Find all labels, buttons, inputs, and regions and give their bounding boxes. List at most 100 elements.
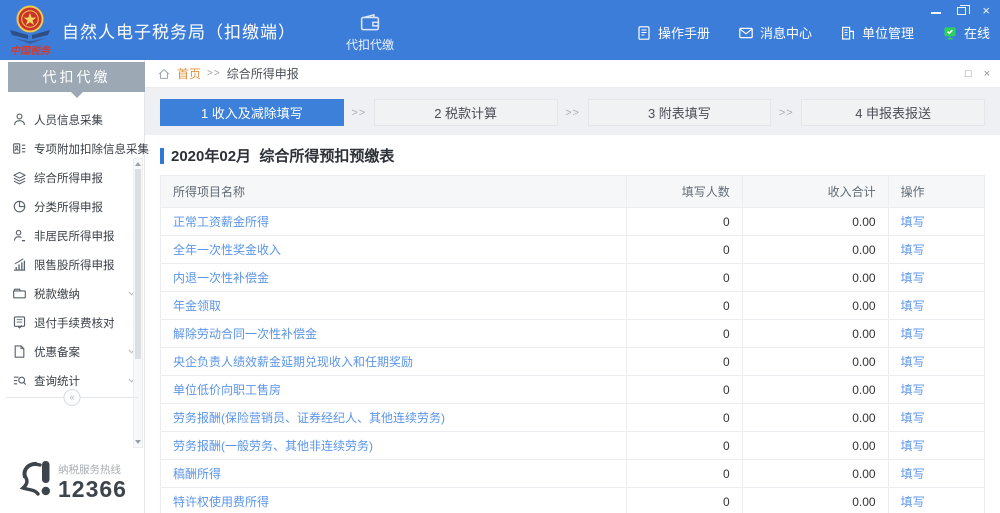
sidebar-item-special-deduction-collection[interactable]: 专项附加扣除信息采集: [12, 134, 149, 163]
sidebar-item-tax-payment[interactable]: 税款缴纳: [12, 279, 144, 308]
step-tab-4[interactable]: 4 申报表报送: [801, 99, 985, 126]
fill-link[interactable]: 填写: [901, 495, 925, 509]
income-item-cell: 劳务报酬(一般劳务、其他非连续劳务): [159, 431, 628, 460]
fill-link[interactable]: 填写: [901, 383, 925, 397]
income-item-cell: 央企负责人绩效薪金延期兑现收入和任期奖励: [159, 347, 628, 376]
sidebar-item-label: 优惠备案: [34, 346, 80, 359]
fill-count-cell: 0: [626, 375, 743, 404]
column-header: 填写人数: [626, 175, 743, 208]
income-item-link[interactable]: 单位低价向职工售房: [173, 383, 281, 397]
header-menu-online-status[interactable]: 在线: [942, 23, 990, 42]
person-icon: [14, 113, 25, 125]
breadcrumb-separator: >>: [207, 68, 221, 79]
income-total-cell: 0.00: [741, 375, 889, 404]
income-item-link[interactable]: 正常工资薪金所得: [173, 215, 269, 229]
action-cell: 填写: [887, 487, 986, 513]
sidebar-scrollbar[interactable]: [133, 158, 143, 448]
panel-close-icon[interactable]: ×: [984, 68, 990, 80]
income-item-link[interactable]: 劳务报酬(一般劳务、其他非连续劳务): [173, 439, 373, 453]
header-menu-label: 消息中心: [759, 26, 812, 41]
table-row: 年金领取 0 0.00 填写: [159, 291, 986, 320]
step-separator: >>: [778, 106, 794, 119]
sidebar-item-refund-fee-check[interactable]: 退付手续费核对: [12, 308, 144, 337]
income-item-link[interactable]: 全年一次性奖金收入: [173, 243, 281, 257]
breadcrumb: 首页 >> 综合所得申报 □ ×: [145, 60, 1000, 88]
scrollbar-thumb[interactable]: [135, 169, 141, 359]
sidebar-item-restricted-stock-declaration[interactable]: 限售股所得申报: [12, 250, 144, 279]
action-cell: 填写: [887, 403, 986, 432]
sidebar-menu: 人员信息采集专项附加扣除信息采集 综合所得申报 分类所得申报 非居民所得申报限售股所得…: [0, 92, 149, 395]
income-total-cell: 0.00: [741, 235, 889, 264]
hotline-block: 纳税服务热线 12366: [16, 459, 127, 501]
file-icon: [14, 345, 25, 358]
sidebar-collapse-button[interactable]: «: [63, 389, 81, 406]
fill-link[interactable]: 填写: [901, 299, 925, 313]
header-menu-message-center[interactable]: 消息中心: [738, 23, 812, 42]
sidebar-item-preferential-filing[interactable]: 优惠备案: [12, 337, 144, 366]
fill-link[interactable]: 填写: [901, 467, 925, 481]
close-icon[interactable]: ×: [982, 4, 990, 17]
breadcrumb-home[interactable]: 首页: [177, 65, 201, 82]
sidebar-item-comprehensive-income-declaration[interactable]: 综合所得申报: [12, 163, 144, 192]
fill-link[interactable]: 填写: [901, 411, 925, 425]
home-icon: [158, 68, 170, 79]
income-total-cell: 0.00: [741, 347, 889, 376]
income-item-cell: 全年一次性奖金收入: [159, 235, 628, 264]
income-item-link[interactable]: 央企负责人绩效薪金延期兑现收入和任期奖励: [173, 355, 413, 369]
income-item-link[interactable]: 年金领取: [173, 299, 221, 313]
fill-link[interactable]: 填写: [901, 327, 925, 341]
table-body: 正常工资薪金所得 0 0.00 填写 全年一次性奖金收入 0 0.00 填写 内退一次性补偿金 0…: [159, 207, 986, 513]
fill-link[interactable]: 填写: [901, 271, 925, 285]
main-layout: 代扣代缴 人员信息采集 专项附加扣除信息采集 综合所得申报 分类所得申报 非居民所得申报…: [0, 60, 1000, 513]
header-right: × 操作手册 消息中心 单位管理 在线: [636, 0, 1000, 60]
income-item-link[interactable]: 劳务报酬(保险营销员、证券经纪人、其他连续劳务): [173, 411, 445, 425]
step-tab-3[interactable]: 3 附表填写: [587, 99, 772, 126]
app-window: 中国税务 自然人电子税务局（扣缴端） 代扣代缴 × 操作手册 消息中心 单位管理 在线…: [0, 0, 1000, 513]
building-icon: [841, 26, 854, 40]
income-item-link[interactable]: 内退一次性补偿金: [173, 271, 269, 285]
step-tab-1[interactable]: 1 收入及减除填写: [160, 99, 344, 126]
fill-link[interactable]: 填写: [901, 243, 925, 257]
fill-count-cell: 0: [626, 487, 743, 513]
income-item-cell: 稿酬所得: [159, 459, 628, 488]
header-menu-operation-manual[interactable]: 操作手册: [636, 23, 710, 42]
header-menu-unit-management[interactable]: 单位管理: [840, 23, 914, 42]
fill-count-cell: 0: [626, 403, 743, 432]
income-total-cell: 0.00: [741, 403, 889, 432]
income-total-cell: 0.00: [741, 207, 889, 236]
scroll-down-icon[interactable]: [135, 440, 141, 444]
scroll-up-icon[interactable]: [135, 162, 141, 166]
panel-maximize-icon[interactable]: □: [965, 68, 972, 80]
wallet-icon: [360, 13, 380, 30]
income-item-link[interactable]: 特许权使用费所得: [173, 495, 269, 509]
income-item-cell: 年金领取: [159, 291, 628, 320]
panel-title: 2020年02月 综合所得预扣预缴表: [160, 145, 985, 166]
breadcrumb-current: 综合所得申报: [226, 67, 299, 81]
table-row: 劳务报酬(保险营销员、证券经纪人、其他连续劳务) 0 0.00 填写: [159, 403, 986, 432]
sidebar-item-classified-income-declaration[interactable]: 分类所得申报: [12, 192, 144, 221]
fill-count-cell: 0: [626, 207, 743, 236]
header-menu: 操作手册 消息中心 单位管理 在线: [636, 23, 990, 42]
sidebar-item-label: 人员信息采集: [34, 114, 103, 127]
action-cell: 填写: [887, 459, 986, 488]
income-table: 所得项目名称 填写人数 收入合计 操作 正常工资薪金所得 0 0.00 填写 全年一次性奖金收…: [159, 175, 986, 513]
restore-icon[interactable]: [957, 4, 971, 15]
fill-link[interactable]: 填写: [901, 215, 925, 229]
sidebar-item-label: 税款缴纳: [34, 288, 80, 301]
sidebar-item-personnel-info-collection[interactable]: 人员信息采集: [12, 105, 144, 134]
income-total-cell: 0.00: [741, 459, 889, 488]
step-tabs: 1 收入及减除填写 >> 2 税款计算 >> 3 附表填写 >> 4 申报表报送: [145, 88, 1000, 135]
income-total-cell: 0.00: [741, 291, 889, 320]
minimize-icon[interactable]: [931, 12, 942, 14]
step-tab-2[interactable]: 2 税款计算: [373, 99, 558, 126]
income-item-link[interactable]: 解除劳动合同一次性补偿金: [173, 327, 317, 341]
fill-link[interactable]: 填写: [901, 439, 925, 453]
action-cell: 填写: [887, 263, 986, 292]
header-tab-withholding[interactable]: 代扣代缴: [346, 12, 394, 53]
online-icon: [944, 26, 956, 39]
fill-link[interactable]: 填写: [901, 355, 925, 369]
sidebar-item-nonresident-income-declaration[interactable]: 非居民所得申报: [12, 221, 144, 250]
income-item-cell: 劳务报酬(保险营销员、证券经纪人、其他连续劳务): [159, 403, 628, 432]
sidebar-item-label: 限售股所得申报: [34, 259, 115, 272]
income-item-link[interactable]: 稿酬所得: [173, 467, 221, 481]
